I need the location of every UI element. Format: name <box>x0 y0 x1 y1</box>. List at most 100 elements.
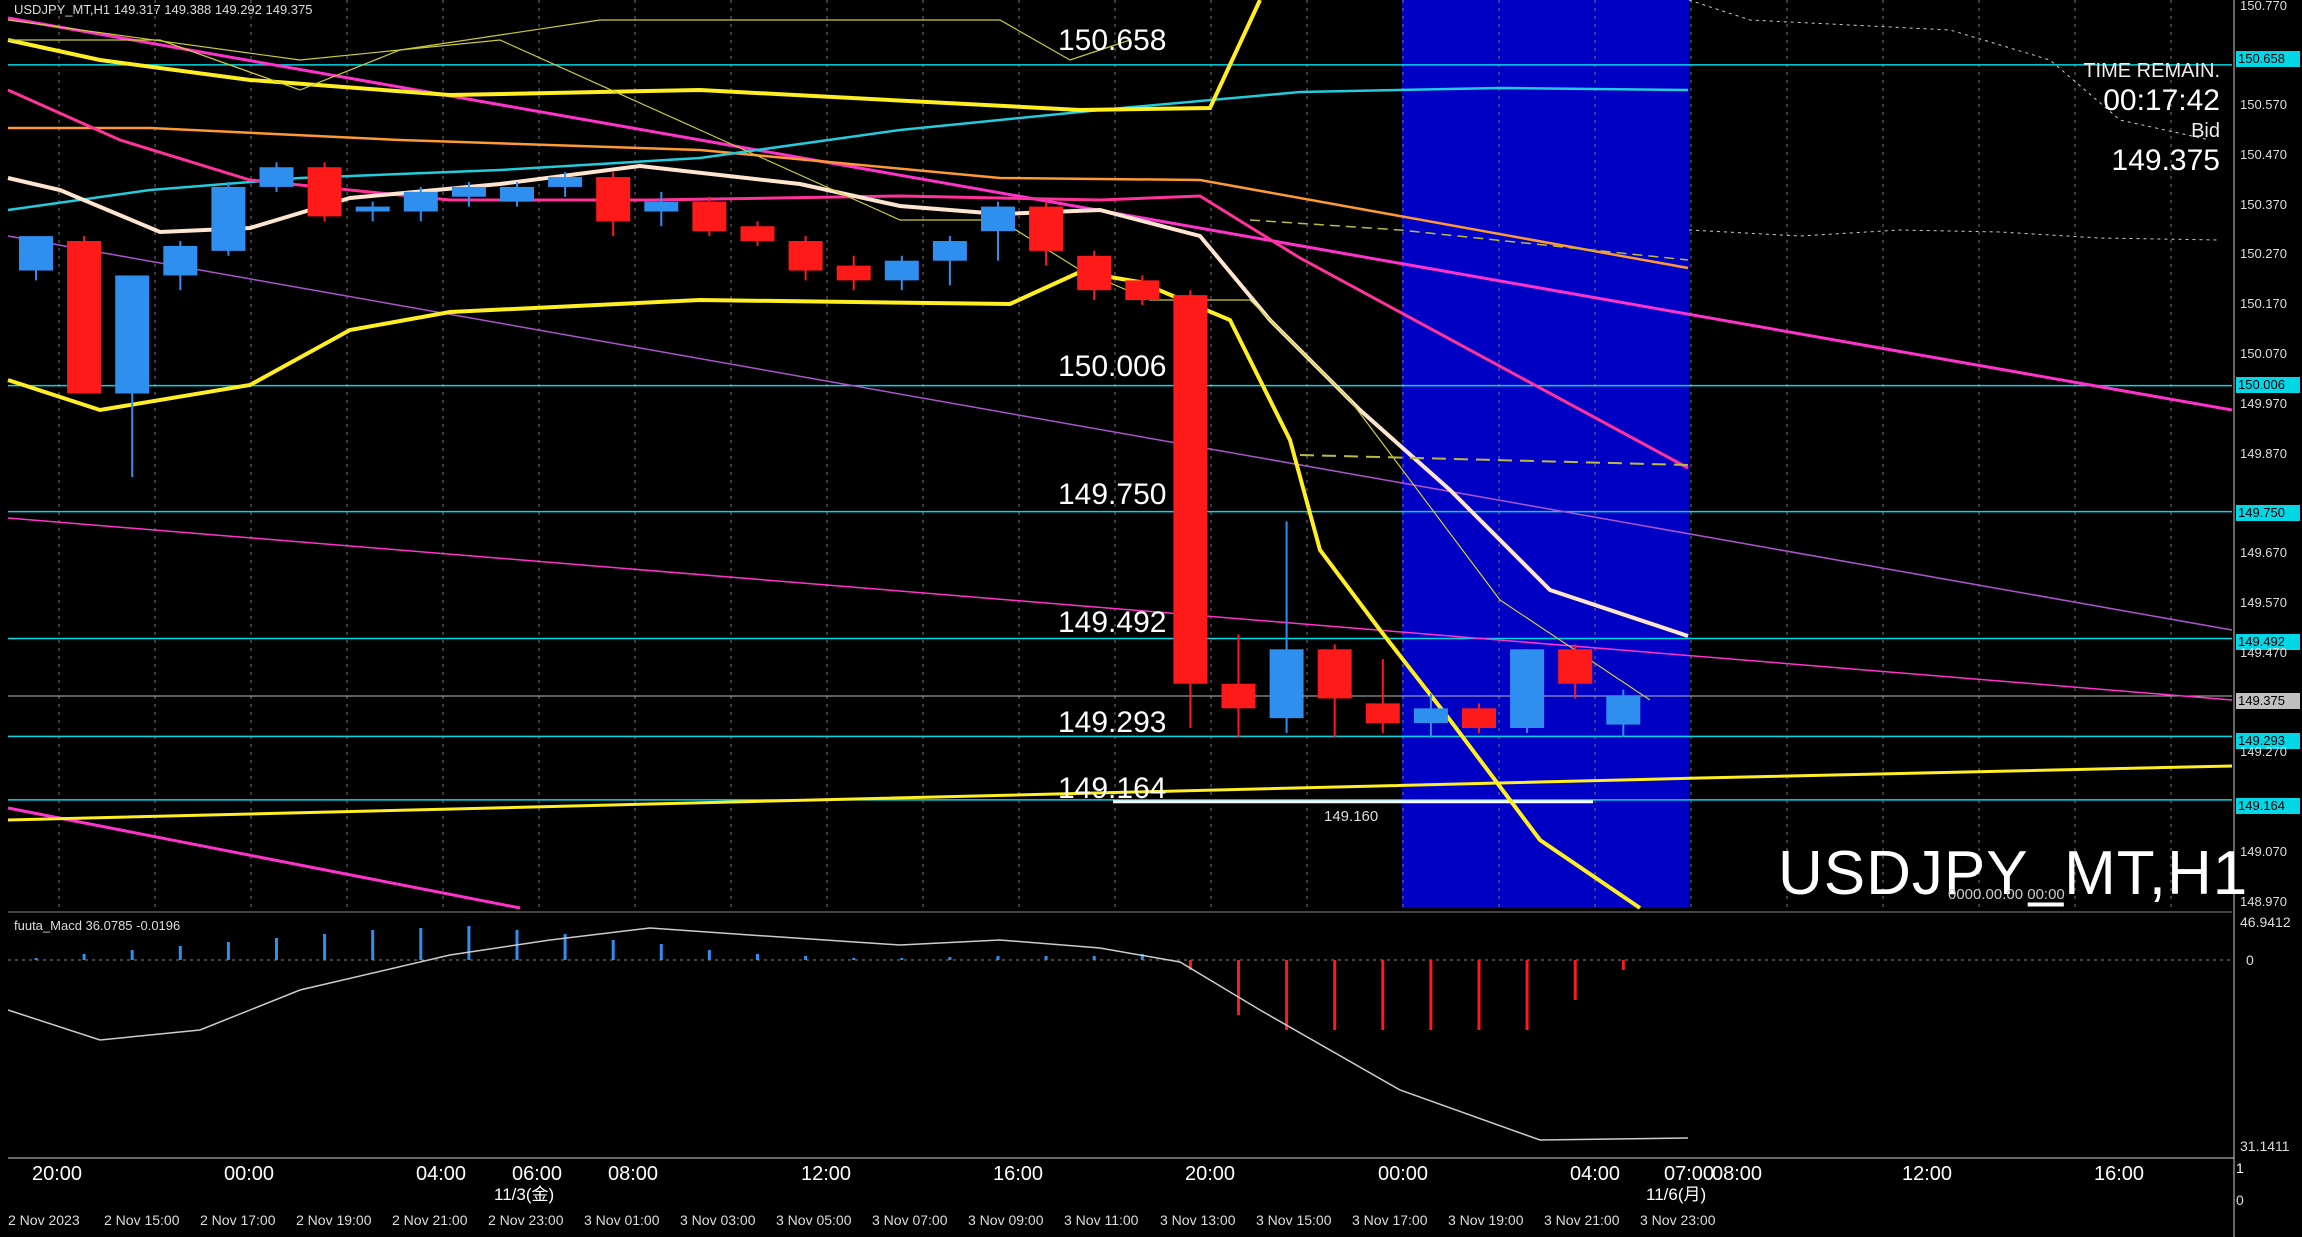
time-axis-label: 08:00 <box>1712 1163 1763 1185</box>
time-axis-label: 12:00 <box>801 1163 852 1185</box>
candle-body <box>692 201 727 232</box>
level-label: 150.006 <box>1058 350 1167 383</box>
symbol-header: USDJPY_MT,H1 149.317 149.388 149.292 149… <box>14 2 313 17</box>
candle-body <box>1173 295 1208 684</box>
level-label: 149.164 <box>1058 772 1167 805</box>
candle-body <box>1510 649 1545 728</box>
price-axis-tick: 149.470 <box>2240 645 2287 660</box>
price-axis-tick: 149.070 <box>2240 844 2287 859</box>
bid-value: 149.375 <box>2111 144 2220 177</box>
price-axis-tick: 148.970 <box>2240 894 2287 909</box>
date-axis-label: 2 Nov 17:00 <box>200 1212 276 1228</box>
cloud-lower <box>1688 229 2221 241</box>
date-axis-label: 3 Nov 01:00 <box>584 1212 660 1228</box>
level-label: 150.658 <box>1058 24 1167 57</box>
day-label: 11/6(月) <box>1646 1185 1707 1204</box>
time-axis-label: 20:00 <box>1185 1163 1236 1185</box>
price-axis-tick: 150.570 <box>2240 97 2287 112</box>
chart-window[interactable]: USDJPY_MT,H1 149.317 149.388 149.292 149… <box>0 0 2302 1237</box>
date-axis-mark: 0 <box>2236 1192 2244 1208</box>
bid-label: Bid <box>2191 120 2220 142</box>
candle-body <box>1317 649 1352 699</box>
candle-body <box>836 265 871 281</box>
date-axis-label: 3 Nov 09:00 <box>968 1212 1044 1228</box>
price-axis-tick: 149.270 <box>2240 744 2287 759</box>
candle-body <box>1077 255 1112 291</box>
candle-body <box>355 206 390 212</box>
time-remaining-label: TIME REMAIN. <box>2083 60 2220 82</box>
time-axis-label: 16:00 <box>993 1163 1044 1185</box>
time-axis-label: 00:00 <box>1378 1163 1429 1185</box>
date-axis-label: 2 Nov 19:00 <box>296 1212 372 1228</box>
candle-body <box>1221 683 1256 709</box>
date-axis-label: 3 Nov 07:00 <box>872 1212 948 1228</box>
date-axis-label: 3 Nov 23:00 <box>1640 1212 1716 1228</box>
date-axis-label: 3 Nov 17:00 <box>1352 1212 1428 1228</box>
candle-body <box>740 226 775 242</box>
candle-body <box>1606 696 1641 725</box>
candle-body <box>1269 649 1304 719</box>
candle-body <box>211 186 246 251</box>
candle-body <box>163 245 198 276</box>
candle-body <box>1125 280 1160 301</box>
date-axis-label: 3 Nov 03:00 <box>680 1212 756 1228</box>
candle-body <box>884 260 919 281</box>
candle-body <box>1029 206 1064 251</box>
date-axis-label: 2 Nov 21:00 <box>392 1212 468 1228</box>
candle-body <box>1558 649 1593 684</box>
date-axis-label: 2 Nov 2023 <box>8 1212 80 1228</box>
envelope-upper <box>8 19 1131 91</box>
candle-body <box>1365 703 1400 724</box>
candle-body <box>19 236 53 271</box>
date-axis-label: 3 Nov 15:00 <box>1256 1212 1332 1228</box>
price-axis-tick: 150.370 <box>2240 197 2287 212</box>
macd-axis-top: 46.9412 <box>2240 914 2291 930</box>
time-remaining-value: 00:17:42 <box>2103 84 2220 117</box>
candle-body <box>67 241 102 394</box>
time-axis-label: 20:00 <box>32 1163 83 1185</box>
date-axis-label: 3 Nov 11:00 <box>1064 1212 1139 1228</box>
candle-body <box>403 191 438 212</box>
current-price-tag: 149.375 <box>2236 693 2300 709</box>
channel-line <box>7 235 2233 631</box>
candle-body <box>115 275 150 394</box>
price-axis-tick: 150.270 <box>2240 246 2287 261</box>
highlight-zone <box>1402 0 1689 908</box>
price-axis-tick: 149.570 <box>2240 595 2287 610</box>
level-label: 149.492 <box>1058 606 1167 639</box>
macd-axis-bottom: 31.1411 <box>2240 1138 2290 1154</box>
time-remaining-panel: TIME REMAIN. 00:17:42 Bid 149.375 <box>2083 56 2220 176</box>
candle-body <box>932 241 967 261</box>
date-axis-label: 2 Nov 15:00 <box>104 1212 180 1228</box>
candle-body <box>451 186 486 197</box>
price-axis-tick: 149.970 <box>2240 396 2287 411</box>
time-axis-label: 04:00 <box>416 1163 467 1185</box>
price-axis-tick: 149.870 <box>2240 446 2287 461</box>
price-tag: 150.658 <box>2236 51 2300 67</box>
candle-body <box>981 206 1015 232</box>
time-axis-label: 12:00 <box>1902 1163 1953 1185</box>
server-time-text: 0000.00.00 00:00 <box>1948 886 2065 903</box>
candle-body <box>596 177 631 222</box>
macd-header: fuuta_Macd 36.0785 -0.0196 <box>14 918 181 933</box>
candle-body <box>1413 708 1448 724</box>
price-axis-tick: 150.470 <box>2240 147 2287 162</box>
level-label: 149.293 <box>1058 706 1167 739</box>
price-tag: 150.006 <box>2236 377 2300 393</box>
price-axis-tick: 150.170 <box>2240 296 2287 311</box>
candle-body <box>788 241 823 271</box>
candle-body <box>500 186 534 202</box>
date-axis-label: 3 Nov 19:00 <box>1448 1212 1524 1228</box>
time-axis-label: 08:00 <box>608 1163 659 1185</box>
day-label: 11/3(金) <box>494 1185 555 1204</box>
date-axis-label: 3 Nov 13:00 <box>1160 1212 1236 1228</box>
price-axis-tick: 150.070 <box>2240 346 2287 361</box>
level-label: 149.750 <box>1058 478 1167 511</box>
price-tag: 149.164 <box>2236 798 2300 814</box>
candle-body <box>644 201 679 212</box>
date-axis-label: 2 Nov 23:00 <box>488 1212 564 1228</box>
candle-body <box>307 167 342 217</box>
candle-body <box>259 167 294 187</box>
price-tag: 149.750 <box>2236 505 2300 521</box>
price-axis-tick: 150.770 <box>2240 0 2287 13</box>
